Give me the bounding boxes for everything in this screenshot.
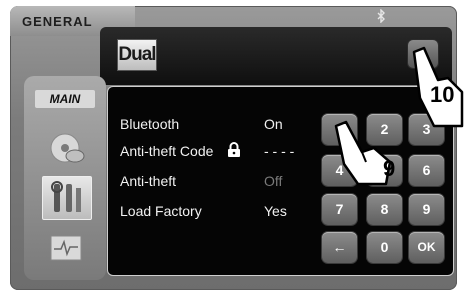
keypad-backspace-key[interactable]: ←	[322, 232, 357, 263]
bluetooth-icon	[375, 8, 387, 24]
display-signal-icon[interactable]	[42, 228, 90, 270]
keypad-key-9[interactable]: 9	[409, 194, 444, 225]
setting-value-bluetooth[interactable]: On	[264, 116, 283, 132]
settings-tools-icon[interactable]	[42, 176, 92, 220]
lock-icon	[227, 142, 241, 157]
keypad-key-0[interactable]: 0	[367, 232, 402, 263]
setting-value-load-factory[interactable]: Yes	[264, 203, 287, 219]
keypad-key-7[interactable]: 7	[322, 194, 357, 225]
keypad-key-6[interactable]: 6	[409, 155, 444, 186]
setting-value-anti-theft[interactable]: Off	[264, 173, 282, 189]
setting-label-anti-theft: Anti-theft	[120, 173, 177, 189]
setting-value-anti-theft-code[interactable]: - - - -	[264, 143, 294, 159]
brand-logo: Dual	[117, 39, 157, 71]
callout-10: 10	[430, 82, 455, 107]
media-disc-icon[interactable]	[42, 127, 90, 169]
setting-label-load-factory: Load Factory	[120, 203, 202, 219]
general-tab-label: GENERAL	[22, 14, 93, 29]
setting-label-bluetooth: Bluetooth	[120, 116, 180, 132]
keypad-ok-key[interactable]: OK	[409, 232, 444, 263]
main-menu-button[interactable]: MAIN	[35, 90, 95, 108]
keypad-key-8[interactable]: 8	[367, 194, 402, 225]
setting-label-anti-theft-code: Anti-theft Code	[120, 143, 214, 159]
callout-9: 9	[383, 156, 396, 181]
